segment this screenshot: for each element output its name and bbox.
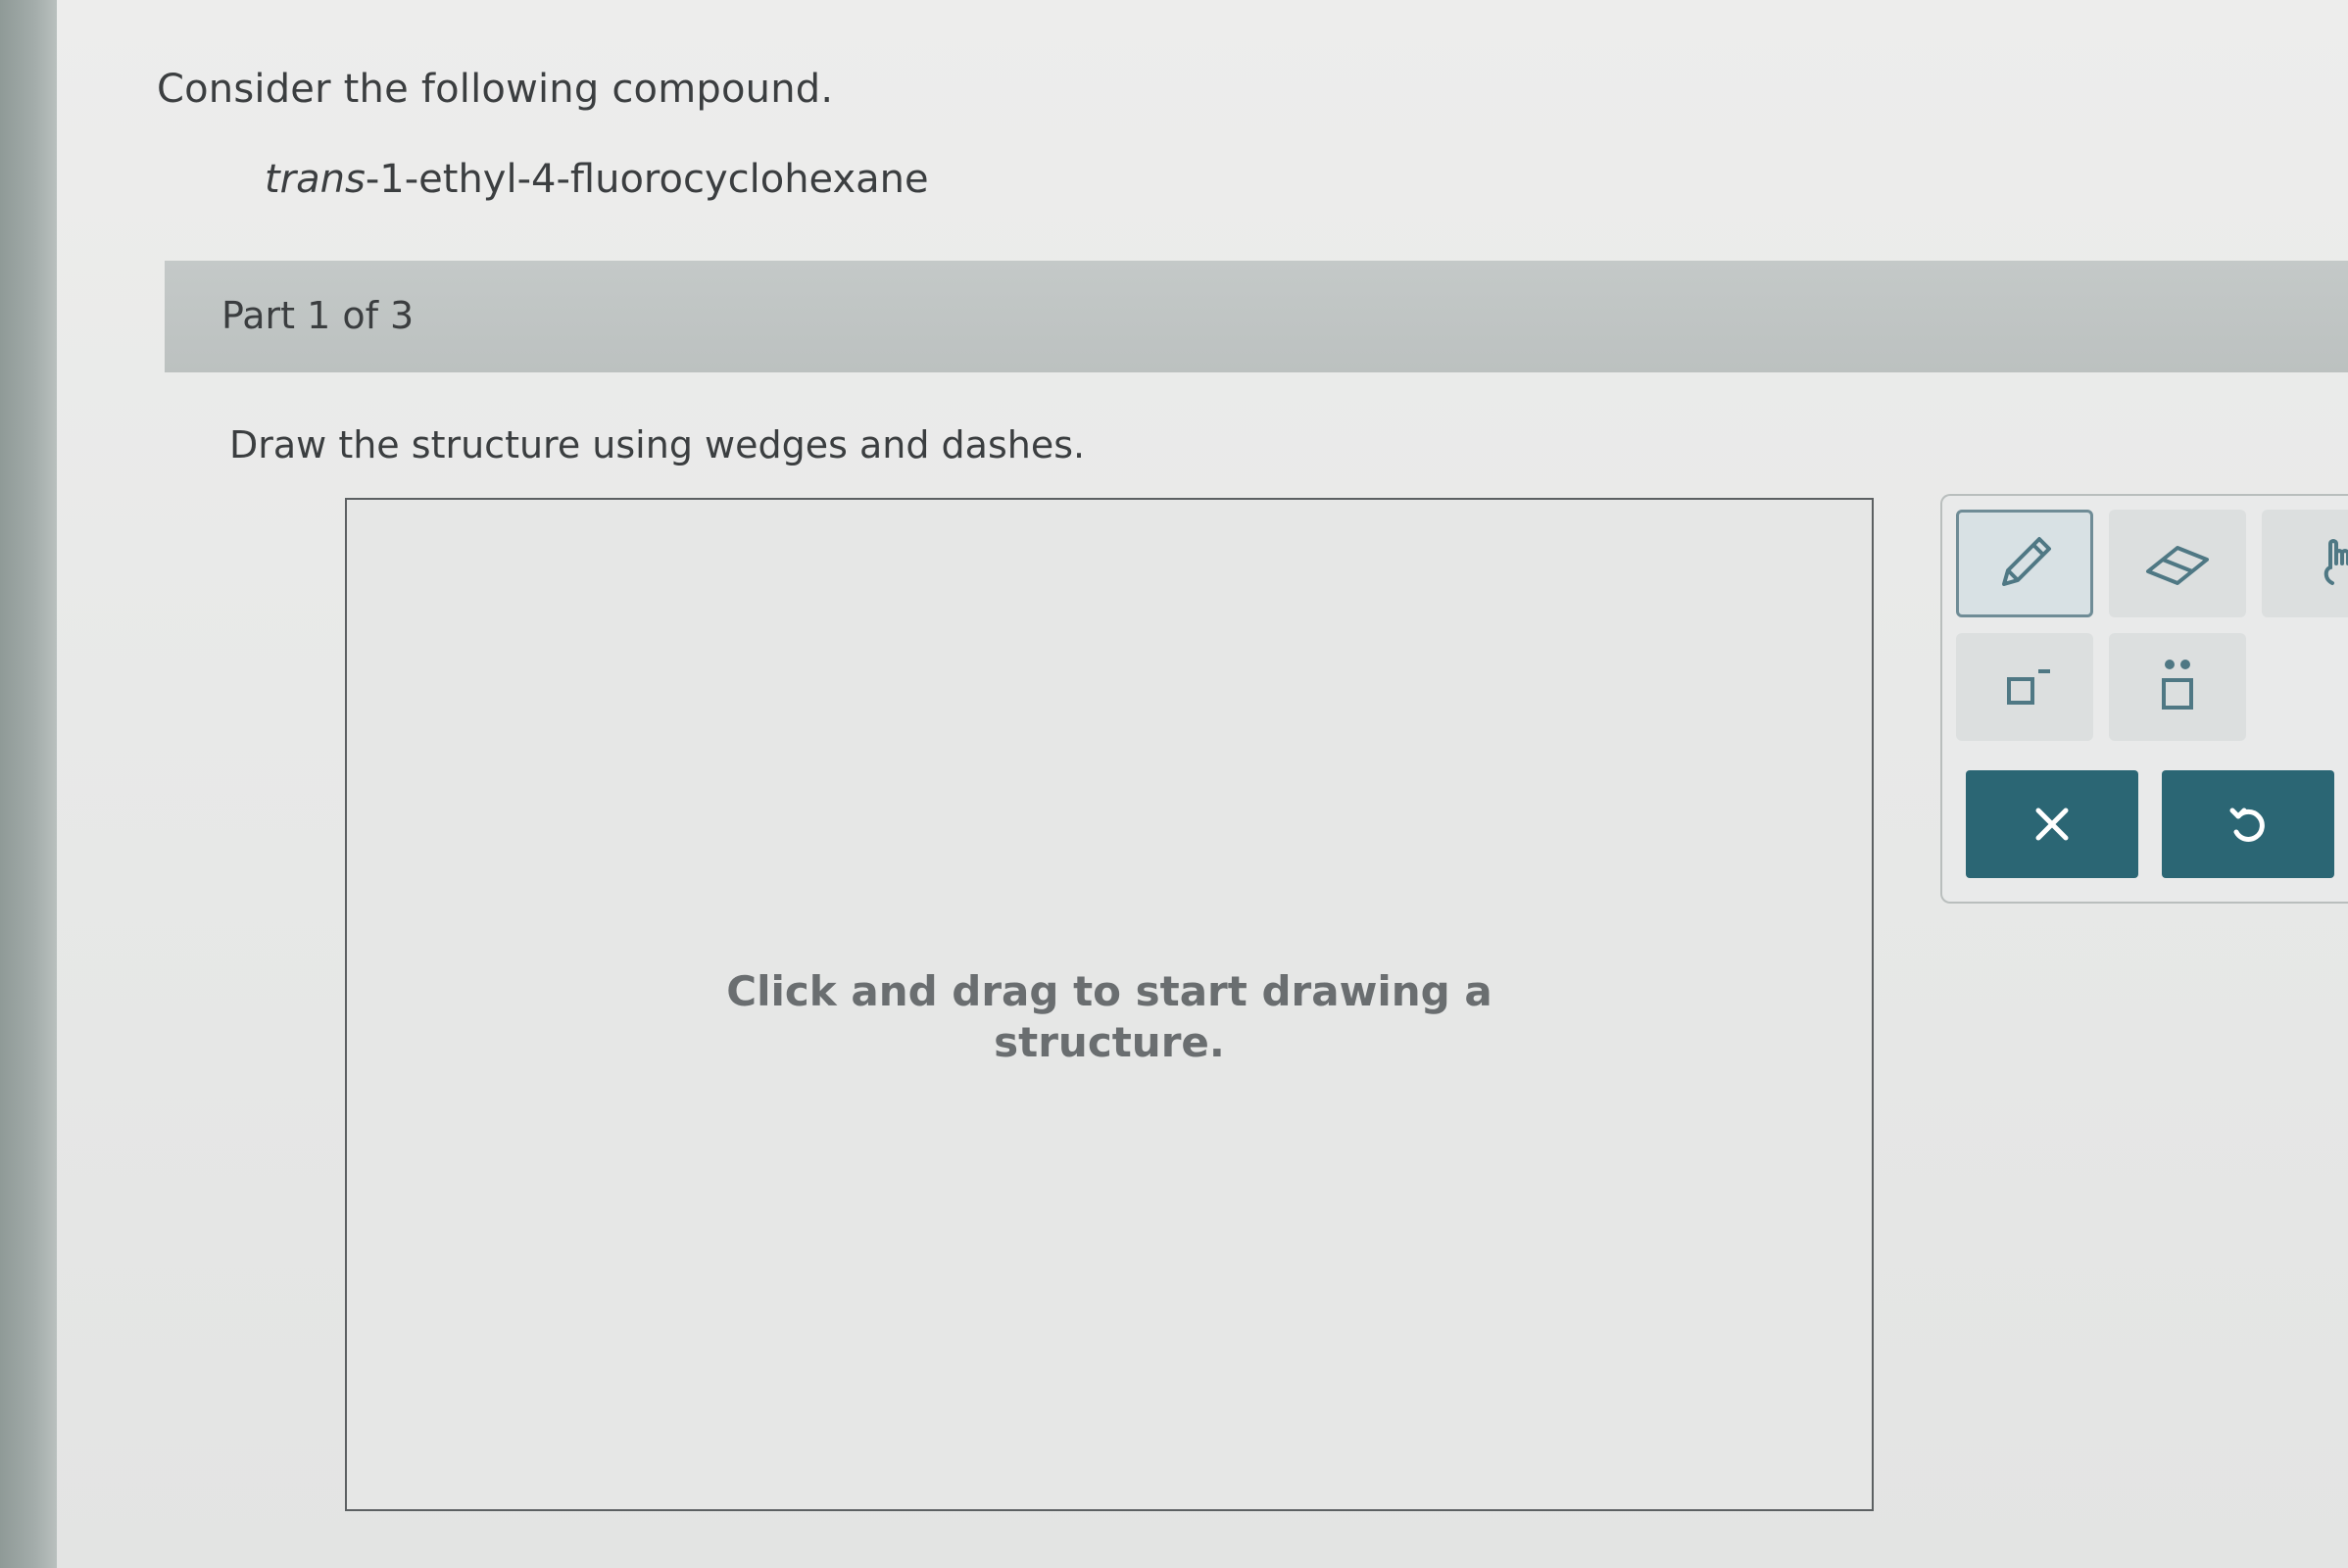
charge-tool-button[interactable] bbox=[1956, 633, 2093, 741]
compound-name: trans-1-ethyl-4-fluorocyclohexane bbox=[265, 157, 929, 202]
question-intro: Consider the following compound. bbox=[157, 67, 834, 112]
drawing-canvas[interactable]: Click and drag to start drawing a struct… bbox=[345, 498, 1874, 1511]
compound-prefix: trans bbox=[265, 157, 366, 202]
pencil-tool-button[interactable] bbox=[1956, 510, 2093, 617]
templates-tool-button[interactable] bbox=[2262, 510, 2348, 617]
lone-pair-tool-button[interactable] bbox=[2109, 633, 2246, 741]
undo-button[interactable] bbox=[2162, 770, 2334, 878]
charge-icon bbox=[2007, 669, 2050, 705]
canvas-hint-line-1: Click and drag to start drawing a bbox=[726, 967, 1492, 1015]
undo-icon bbox=[2229, 808, 2265, 842]
x-icon bbox=[2035, 808, 2069, 841]
templates-icon bbox=[2324, 539, 2348, 585]
part-label: Part 1 of 3 bbox=[221, 294, 415, 337]
pencil-icon bbox=[2002, 537, 2051, 586]
lone-pair-icon bbox=[2162, 660, 2193, 710]
canvas-hint-line-2: structure. bbox=[994, 1018, 1225, 1066]
page: Consider the following compound. trans-1… bbox=[57, 0, 2348, 1568]
eraser-icon bbox=[2146, 546, 2209, 585]
instruction-text: Draw the structure using wedges and dash… bbox=[229, 423, 1086, 466]
compound-rest: -1-ethyl-4-fluorocyclohexane bbox=[365, 157, 929, 202]
left-rail bbox=[0, 0, 57, 1568]
part-header: Part 1 of 3 bbox=[165, 261, 2348, 372]
eraser-tool-button[interactable] bbox=[2109, 510, 2246, 617]
canvas-hint: Click and drag to start drawing a struct… bbox=[347, 966, 1872, 1068]
drawing-toolbox bbox=[1940, 494, 2348, 904]
clear-button[interactable] bbox=[1966, 770, 2138, 878]
